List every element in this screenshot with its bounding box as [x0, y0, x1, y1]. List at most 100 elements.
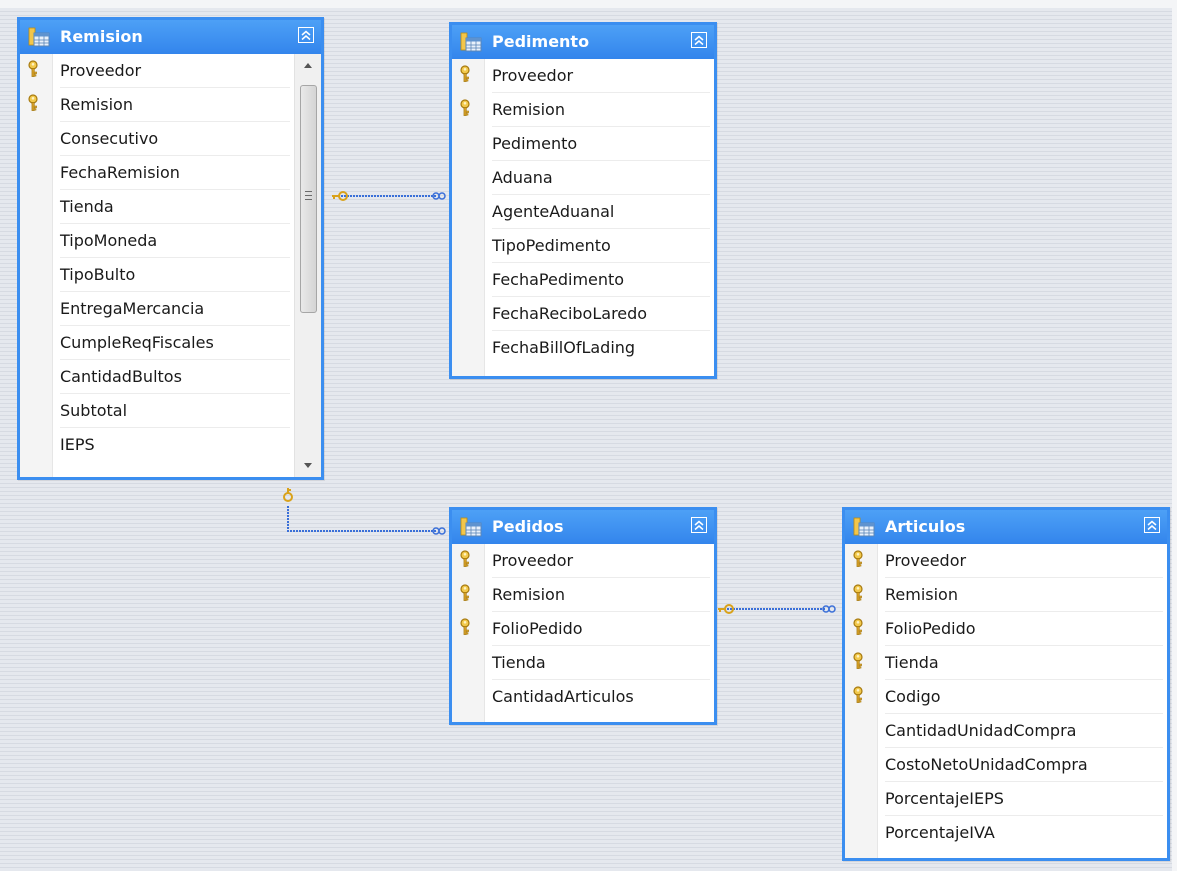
column-row[interactable]: Remision: [845, 578, 1167, 612]
column-list: Proveedor Remision FolioPedido Tienda Codigo…: [845, 544, 1167, 850]
column-name: Tienda: [60, 190, 290, 224]
column-row[interactable]: Tienda: [845, 646, 1167, 680]
column-name: Remision: [492, 578, 710, 612]
column-name: PorcentajeIEPS: [885, 782, 1163, 816]
column-name: CantidadUnidadCompra: [885, 714, 1163, 748]
column-row[interactable]: FechaBillOfLading: [452, 331, 714, 365]
column-name: FechaReciboLaredo: [492, 297, 710, 331]
column-row[interactable]: FolioPedido: [845, 612, 1167, 646]
column-name: CumpleReqFiscales: [60, 326, 290, 360]
table-header[interactable]: Pedimento: [452, 25, 714, 59]
column-row[interactable]: Remision: [452, 578, 714, 612]
table-title: Remision: [60, 27, 143, 46]
relationship-remision-pedidos[interactable]: [283, 488, 446, 535]
canvas-right-margin: [1172, 0, 1177, 871]
column-row[interactable]: PorcentajeIEPS: [845, 782, 1167, 816]
column-row[interactable]: TipoBulto: [20, 258, 294, 292]
relationship-key-end-icon: [718, 604, 734, 614]
column-row[interactable]: Tienda: [20, 190, 294, 224]
collapse-icon[interactable]: [298, 27, 314, 43]
column-list: Proveedor Remision Pedimento Aduana AgenteAd…: [452, 59, 714, 365]
column-row[interactable]: PorcentajeIVA: [845, 816, 1167, 850]
column-row[interactable]: Proveedor: [452, 59, 714, 93]
column-row[interactable]: FolioPedido: [452, 612, 714, 646]
vertical-scrollbar[interactable]: [294, 54, 321, 477]
primary-key-icon: [851, 550, 865, 568]
primary-key-icon: [26, 60, 40, 78]
column-row[interactable]: FechaReciboLaredo: [452, 297, 714, 331]
primary-key-icon: [458, 550, 472, 568]
scroll-thumb[interactable]: [300, 85, 317, 313]
column-row[interactable]: FechaRemision: [20, 156, 294, 190]
column-row[interactable]: CantidadBultos: [20, 360, 294, 394]
column-row[interactable]: CumpleReqFiscales: [20, 326, 294, 360]
column-name: Remision: [885, 578, 1163, 612]
collapse-icon[interactable]: [1144, 517, 1160, 533]
column-name: Codigo: [885, 680, 1163, 714]
table-pedidos[interactable]: Pedidos Proveedor Remision FolioPedido Tien…: [449, 507, 717, 725]
column-name: Tienda: [492, 646, 710, 680]
column-row[interactable]: Pedimento: [452, 127, 714, 161]
column-name: FechaBillOfLading: [492, 338, 636, 357]
column-name: Remision: [492, 93, 710, 127]
table-columns: Proveedor Remision Consecutivo FechaRemisio…: [20, 54, 321, 477]
column-row[interactable]: TipoPedimento: [452, 229, 714, 263]
column-row[interactable]: FechaPedimento: [452, 263, 714, 297]
column-row[interactable]: AgenteAduanal: [452, 195, 714, 229]
column-name: Proveedor: [885, 544, 1163, 578]
relationship-remision-pedimento[interactable]: [332, 191, 446, 201]
scroll-down-arrow-icon[interactable]: [295, 455, 321, 477]
column-row[interactable]: Codigo: [845, 680, 1167, 714]
column-name: Proveedor: [60, 54, 290, 88]
scroll-up-arrow-icon[interactable]: [295, 54, 321, 76]
primary-key-icon: [458, 99, 472, 117]
column-row[interactable]: Proveedor: [845, 544, 1167, 578]
primary-key-icon: [851, 652, 865, 670]
table-articulos[interactable]: Articulos Proveedor Remision FolioPedido Ti…: [842, 507, 1170, 861]
primary-key-icon: [851, 584, 865, 602]
column-row[interactable]: Consecutivo: [20, 122, 294, 156]
column-row[interactable]: CantidadUnidadCompra: [845, 714, 1167, 748]
column-row[interactable]: EntregaMercancia: [20, 292, 294, 326]
table-icon: [460, 517, 482, 537]
column-row[interactable]: Subtotal: [20, 394, 294, 428]
column-row[interactable]: Remision: [452, 93, 714, 127]
table-header[interactable]: Remision: [20, 20, 321, 54]
column-name: AgenteAduanal: [492, 195, 710, 229]
column-row[interactable]: Remision: [20, 88, 294, 122]
primary-key-icon: [26, 94, 40, 112]
column-name: Proveedor: [492, 544, 710, 578]
collapse-icon[interactable]: [691, 32, 707, 48]
table-remision[interactable]: Remision Proveedor Remision Consecutivo Fec…: [17, 17, 324, 480]
diagram-canvas: Remision Proveedor Remision Consecutivo Fec…: [0, 0, 1177, 871]
column-row[interactable]: IEPS: [20, 428, 294, 462]
table-pedimento[interactable]: Pedimento Proveedor Remision Pedimento Adua…: [449, 22, 717, 379]
relationship-pedidos-articulos[interactable]: [718, 604, 836, 614]
column-name: Remision: [60, 88, 290, 122]
table-header[interactable]: Pedidos: [452, 510, 714, 544]
table-title: Articulos: [885, 517, 966, 536]
table-icon: [853, 517, 875, 537]
column-list: Proveedor Remision FolioPedido Tienda Cantid…: [452, 544, 714, 714]
column-name: TipoPedimento: [492, 229, 710, 263]
column-row[interactable]: CantidadArticulos: [452, 680, 714, 714]
table-header[interactable]: Articulos: [845, 510, 1167, 544]
column-name: CostoNetoUnidadCompra: [885, 748, 1163, 782]
column-name: EntregaMercancia: [60, 292, 290, 326]
table-title: Pedimento: [492, 32, 590, 51]
column-row[interactable]: Proveedor: [452, 544, 714, 578]
column-row[interactable]: Aduana: [452, 161, 714, 195]
column-name: TipoBulto: [60, 258, 290, 292]
table-icon: [460, 32, 482, 52]
column-row[interactable]: Proveedor: [20, 54, 294, 88]
collapse-icon[interactable]: [691, 517, 707, 533]
column-name: FolioPedido: [492, 612, 710, 646]
primary-key-icon: [458, 65, 472, 83]
primary-key-icon: [458, 618, 472, 636]
column-name: FechaPedimento: [492, 263, 710, 297]
column-row[interactable]: TipoMoneda: [20, 224, 294, 258]
table-icon: [28, 27, 50, 47]
column-row[interactable]: CostoNetoUnidadCompra: [845, 748, 1167, 782]
column-name: Proveedor: [492, 59, 710, 93]
column-row[interactable]: Tienda: [452, 646, 714, 680]
